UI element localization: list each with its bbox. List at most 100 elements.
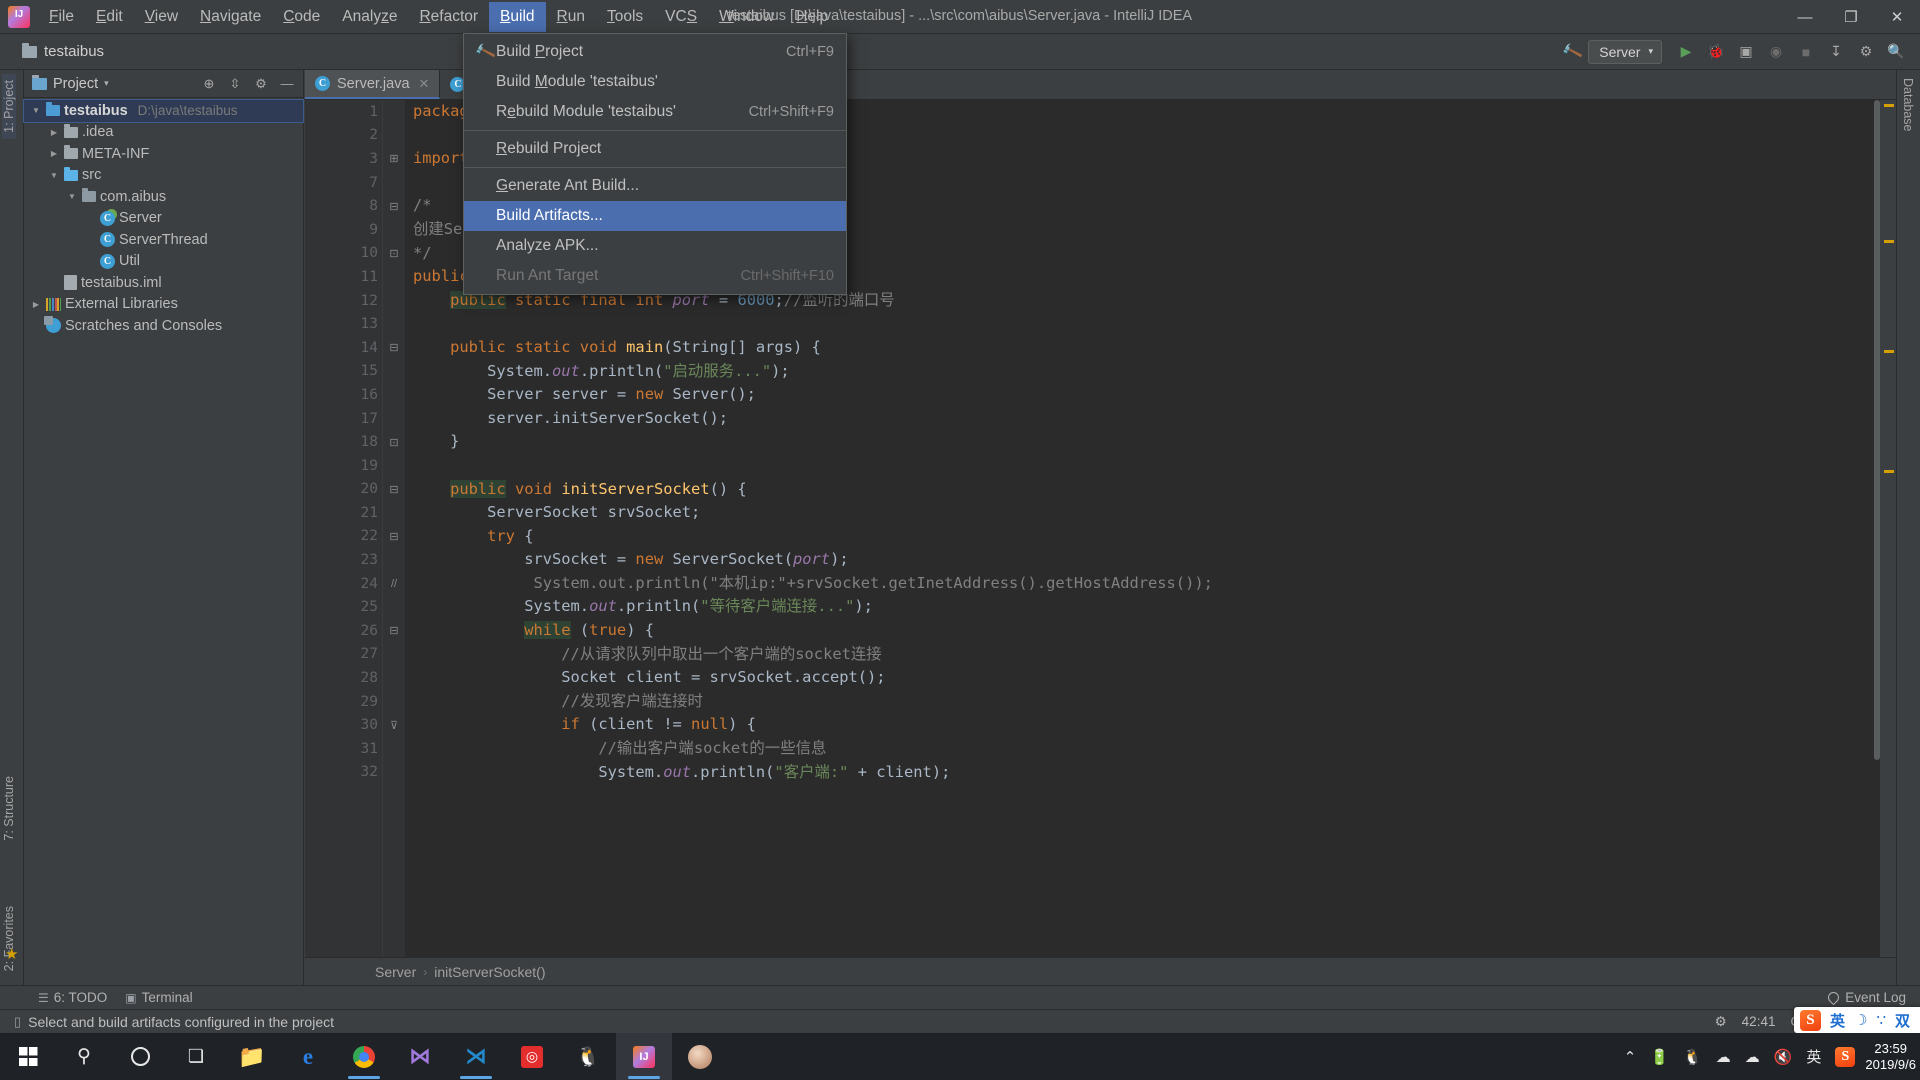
fold-marker-icon[interactable]: ⊡: [383, 242, 405, 266]
stop-button[interactable]: ■: [1792, 39, 1820, 65]
search-everywhere-icon[interactable]: 🔍: [1882, 39, 1910, 65]
fold-marker-icon[interactable]: //: [383, 572, 405, 596]
tree-node-serverthread[interactable]: C ServerThread: [24, 229, 303, 251]
gear-icon[interactable]: ⚙: [249, 73, 273, 95]
menu-refactor[interactable]: Refactor: [408, 2, 489, 32]
maximize-button[interactable]: ❐: [1828, 0, 1874, 34]
sogou-tray-icon[interactable]: S: [1835, 1046, 1856, 1067]
update-project-button[interactable]: ↧: [1822, 39, 1850, 65]
breadcrumb-item[interactable]: initServerSocket(): [434, 964, 545, 980]
volume-muted-icon[interactable]: 🔇: [1774, 1048, 1793, 1066]
tree-node-src[interactable]: ▼ src: [24, 165, 303, 187]
taskbar-clock[interactable]: 23:59 2019/9/6: [1865, 1041, 1920, 1073]
analysis-marker-column[interactable]: [1880, 100, 1896, 957]
menu-item-build-module-testaibus[interactable]: Build Module 'testaibus': [464, 67, 846, 97]
taskbar-task-view-button[interactable]: ❏: [168, 1033, 224, 1080]
event-log-button[interactable]: Event Log: [1825, 985, 1906, 1009]
warning-marker[interactable]: [1884, 240, 1894, 243]
scroll-from-source-icon[interactable]: ⊕: [197, 73, 221, 95]
tree-node-external-libraries[interactable]: ▶ External Libraries: [24, 294, 303, 316]
menu-edit[interactable]: Edit: [85, 2, 134, 32]
ime-lang-icon[interactable]: 英: [1806, 1046, 1821, 1067]
ime-mode-label[interactable]: 英: [1830, 1010, 1845, 1031]
chevron-down-icon[interactable]: ▾: [104, 78, 109, 89]
taskbar-intellij-idea[interactable]: IJ: [616, 1033, 672, 1080]
fold-marker-icon[interactable]: ⊟: [383, 525, 405, 549]
menu-run[interactable]: Run: [546, 2, 596, 32]
tree-node-testaibus-iml[interactable]: testaibus.iml: [24, 272, 303, 294]
taskbar-vscode[interactable]: ⋊: [448, 1033, 504, 1080]
ime-moon-icon[interactable]: ☽: [1854, 1011, 1867, 1029]
build-hammer-icon[interactable]: 🔨: [1558, 39, 1586, 65]
tree-node-util[interactable]: C Util: [24, 251, 303, 273]
warning-marker[interactable]: [1884, 470, 1894, 473]
menu-build[interactable]: Build: [489, 1, 546, 32]
settings-icon[interactable]: ⚙: [1852, 39, 1880, 65]
sidebar-item-structure[interactable]: 7: Structure: [2, 770, 16, 847]
sidebar-item-favorites[interactable]: 2: Favorites: [2, 900, 16, 977]
ime-punctuation-icon[interactable]: ∵: [1876, 1011, 1886, 1029]
gear-icon[interactable]: ⚙: [1715, 1014, 1727, 1030]
menu-item-generate-ant-build[interactable]: Generate Ant Build...: [464, 171, 846, 201]
tree-node-scratches-and-consoles[interactable]: Scratches and Consoles: [24, 315, 303, 337]
debug-button[interactable]: 🐞: [1702, 39, 1730, 65]
breadcrumb-item[interactable]: Server: [375, 964, 416, 980]
taskbar-user-app[interactable]: [672, 1033, 728, 1080]
menu-analyze[interactable]: Analyze: [331, 2, 408, 32]
taskbar-visual-studio[interactable]: ⋈: [392, 1033, 448, 1080]
warning-marker[interactable]: [1884, 350, 1894, 353]
fold-marker-icon[interactable]: ⊟: [383, 336, 405, 360]
run-configuration-selector[interactable]: Server ▾: [1588, 39, 1662, 64]
taskbar-cortana-button[interactable]: [112, 1033, 168, 1080]
menu-file[interactable]: File: [38, 2, 85, 32]
sidebar-item-database[interactable]: Database: [1901, 78, 1915, 132]
fold-marker-icon[interactable]: ⊞: [383, 147, 405, 171]
menu-item-build-project[interactable]: 🔨 Build Project Ctrl+F9: [464, 37, 846, 67]
tree-node--idea[interactable]: ▶ .idea: [24, 122, 303, 144]
collapse-arrow-icon[interactable]: ▶: [30, 300, 42, 309]
expand-arrow-icon[interactable]: ▼: [48, 171, 60, 180]
run-with-coverage-button[interactable]: ▣: [1732, 39, 1760, 65]
taskbar-qq[interactable]: 🐧: [560, 1033, 616, 1080]
favorites-star-icon[interactable]: ★: [5, 945, 18, 963]
expand-arrow-icon[interactable]: ▼: [66, 192, 78, 201]
menu-item-analyze-apk[interactable]: Analyze APK...: [464, 231, 846, 261]
collapse-arrow-icon[interactable]: ▶: [48, 149, 60, 158]
menu-code[interactable]: Code: [272, 2, 331, 32]
fold-marker-icon[interactable]: ⊽: [383, 713, 405, 737]
menu-window[interactable]: Window: [708, 2, 785, 32]
fold-marker-icon[interactable]: ⊟: [383, 619, 405, 643]
menu-help[interactable]: Help: [785, 2, 839, 32]
editor-tab-server-java[interactable]: C Server.java ✕: [305, 70, 441, 99]
taskbar-search-button[interactable]: ⚲: [56, 1033, 112, 1080]
menu-item-rebuild-project[interactable]: Rebuild Project: [464, 134, 846, 164]
show-hidden-icons[interactable]: ⌃: [1624, 1048, 1637, 1066]
ime-shuangpin-icon[interactable]: 双: [1895, 1010, 1910, 1031]
collapse-all-icon[interactable]: ⇳: [223, 73, 247, 95]
editor-scrollbar-thumb[interactable]: [1874, 100, 1880, 760]
menu-item-build-artifacts[interactable]: Build Artifacts...: [464, 201, 846, 231]
taskbar-chrome-browser[interactable]: [336, 1033, 392, 1080]
menu-vcs[interactable]: VCS: [654, 2, 708, 32]
menu-navigate[interactable]: Navigate: [189, 2, 272, 32]
close-button[interactable]: ✕: [1874, 0, 1920, 34]
cloud-icon[interactable]: ☁: [1745, 1048, 1760, 1066]
taskbar-edge-browser[interactable]: e: [280, 1033, 336, 1080]
hide-panel-icon[interactable]: —: [275, 73, 299, 95]
onedrive-icon[interactable]: ☁: [1716, 1048, 1731, 1066]
expand-arrow-icon[interactable]: ▼: [30, 106, 42, 115]
fold-marker-icon[interactable]: ⊟: [383, 478, 405, 502]
taskbar-netease-music[interactable]: ◎: [504, 1033, 560, 1080]
battery-icon[interactable]: 🔋: [1650, 1048, 1669, 1066]
taskbar-start-button[interactable]: [0, 1033, 56, 1080]
run-button[interactable]: ▶: [1672, 39, 1700, 65]
minimize-button[interactable]: —: [1782, 0, 1828, 34]
qq-tray-icon[interactable]: 🐧: [1683, 1048, 1702, 1066]
sidebar-item-project[interactable]: 1: Project: [2, 74, 16, 139]
tree-node-com-aibus[interactable]: ▼ com.aibus: [24, 186, 303, 208]
fold-marker-icon[interactable]: ⊟: [383, 194, 405, 218]
tool-window-6-todo[interactable]: ☰ 6: TODO: [38, 990, 107, 1005]
taskbar-file-explorer[interactable]: 📁: [224, 1033, 280, 1080]
tree-node-server[interactable]: C Server: [24, 208, 303, 230]
sogou-ime-bar[interactable]: S 英 ☽ ∵ 双: [1793, 1007, 1920, 1033]
